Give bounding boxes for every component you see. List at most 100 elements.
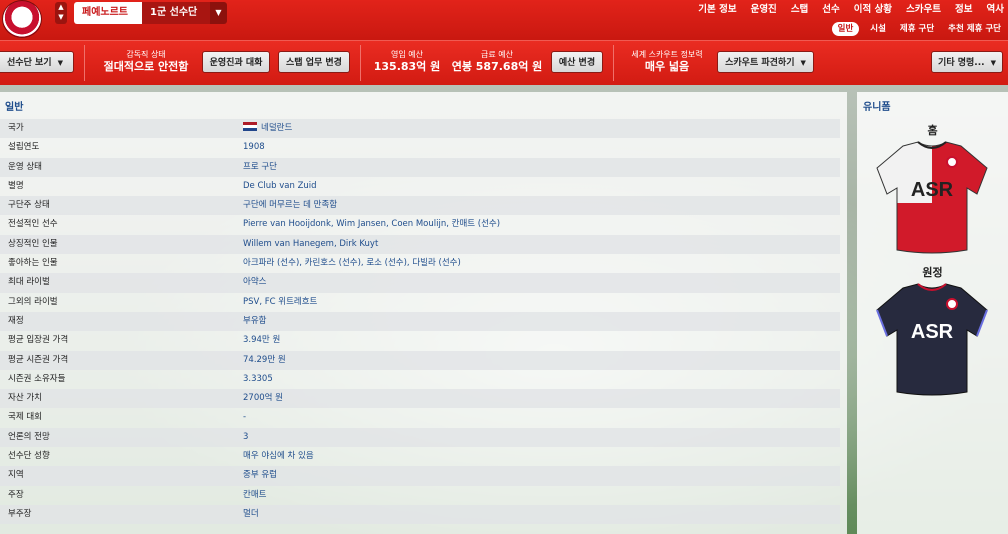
info-row-label: 국제 대회 — [8, 412, 42, 423]
manager-status: 감독직 상태 절대적으로 안전함 — [98, 49, 194, 74]
top-header: ▲ ▼ 페예노르트 1군 선수단 ▼ 기본 정보 운영진 스탭 선수 이적 상황 … — [0, 0, 1008, 40]
info-row-value: - — [243, 412, 247, 423]
info-row: 언론의 전망 3 — [0, 427, 840, 448]
wage-budget-value: 연봉 587.68억 원 — [451, 60, 543, 73]
info-row: 부주장 멀더 — [0, 504, 840, 525]
info-row-value: De Club van Zuid — [243, 180, 317, 191]
talk-to-board-button[interactable]: 운영진과 대화 — [202, 51, 270, 73]
info-row-value: Pierre van Hooijdonk, Wim Jansen, Coen M… — [243, 219, 501, 230]
info-row-label: 지역 — [8, 470, 24, 481]
home-kit-shirt-icon[interactable]: ASR — [873, 138, 991, 258]
info-row-label: 전설적인 선수 — [8, 219, 58, 230]
main-nav: 기본 정보 운영진 스탭 선수 이적 상황 스카우트 정보 역사 — [698, 3, 1004, 17]
away-kit-shirt-icon[interactable]: ASR — [873, 280, 991, 400]
club-crest-icon[interactable] — [2, 0, 42, 38]
info-row: 전설적인 선수 Pierre van Hooijdonk, Wim Jansen,… — [0, 215, 840, 234]
divider — [360, 45, 361, 81]
info-row-label: 자산 가치 — [8, 393, 42, 404]
chevron-down-icon: ▼ — [800, 59, 806, 67]
manager-status-value: 절대적으로 안전함 — [103, 60, 189, 73]
info-row: 지역 중부 유럽 — [0, 466, 840, 486]
info-row-value: 중부 유럽 — [243, 470, 277, 481]
info-row-label: 재정 — [8, 315, 24, 326]
info-row-label: 운영 상태 — [8, 161, 42, 172]
info-row-label: 시즌권 소유자들 — [8, 373, 66, 384]
info-row-value: 아약스 — [243, 277, 267, 288]
info-row-value: 구단에 머무르는 데 만족함 — [243, 200, 338, 211]
squad-dropdown-arrow[interactable]: ▼ — [210, 2, 227, 24]
info-row: 선수단 성향 매우 야심에 차 있음 — [0, 447, 840, 466]
squad-view-label: 선수단 보기 — [7, 58, 52, 68]
info-row-label: 상징적인 인물 — [8, 238, 58, 249]
info-row: 재정 부유함 — [0, 311, 840, 332]
scouting-range-key: 세계 스카우트 정보력 — [631, 50, 703, 59]
divider — [613, 45, 614, 81]
subnav-facilities[interactable]: 시설 — [867, 22, 889, 36]
info-row-value: 3.3305 — [243, 373, 273, 384]
dispatch-scout-button[interactable]: 스카우트 파견하기 ▼ — [717, 51, 814, 73]
info-row: 자산 가치 2700억 원 — [0, 389, 840, 409]
info-row: 시즌권 소유자들 3.3305 — [0, 370, 840, 389]
info-row: 별명 De Club van Zuid — [0, 177, 840, 196]
info-row-value: 멀더 — [243, 508, 259, 519]
info-row-value: 2700억 원 — [243, 393, 283, 404]
info-row-label: 평균 입장권 가격 — [8, 335, 69, 346]
nav-overview[interactable]: 기본 정보 — [698, 3, 736, 17]
info-row: 최대 라이벌 아약스 — [0, 273, 840, 293]
general-info-panel: 일반 국가 네덜란드 설립연도 1908 운영 상태 프로 구단 별명 De Club van… — [0, 92, 847, 534]
scouting-range: 세계 스카우트 정보력 매우 넓음 — [624, 49, 710, 74]
transfer-budget-value: 135.83억 원 — [373, 60, 441, 73]
nav-history[interactable]: 역사 — [987, 3, 1004, 17]
away-kit-label: 원정 — [922, 266, 943, 279]
chevron-down-icon: ▼ — [990, 59, 996, 67]
info-row: 상징적인 인물 Willem van Hanegem, Dirk Kuyt — [0, 234, 840, 255]
info-row-label: 좋아하는 인물 — [8, 258, 58, 269]
tab-club-name[interactable]: 페예노르트 — [74, 2, 142, 24]
info-row-label: 설립연도 — [8, 142, 40, 153]
info-row-value: 3 — [243, 431, 249, 442]
subnav-suggested-affiliates[interactable]: 추천 제휴 구단 — [945, 22, 1004, 36]
info-row-label: 주장 — [8, 489, 24, 500]
info-row-label: 그외의 라이벌 — [8, 296, 58, 307]
nav-board[interactable]: 운영진 — [751, 3, 777, 17]
manager-status-key: 감독직 상태 — [126, 50, 166, 59]
change-staff-duties-button[interactable]: 스탭 업무 변경 — [278, 51, 350, 73]
tab-first-team[interactable]: 1군 선수단 — [142, 2, 210, 24]
subnav-general[interactable]: 일반 — [831, 22, 860, 36]
scouting-range-value: 매우 넓음 — [644, 60, 690, 73]
info-row: 좋아하는 인물 아크파라 (선수), 카린호스 (선수), 로소 (선수), 다빌… — [0, 254, 840, 273]
info-row-label: 최대 라이벌 — [8, 277, 50, 288]
dispatch-scout-label: 스카우트 파견하기 — [725, 58, 795, 68]
nav-transfers[interactable]: 이적 상황 — [854, 3, 892, 17]
info-row-value: 매우 야심에 차 있음 — [243, 451, 314, 462]
subnav-affiliates[interactable]: 제휴 구단 — [897, 22, 937, 36]
info-row: 운영 상태 프로 구단 — [0, 157, 840, 177]
nav-scouting[interactable]: 스카우트 — [906, 3, 941, 17]
info-row-value: 칸매트 — [243, 489, 267, 500]
nav-info[interactable]: 정보 — [955, 3, 972, 17]
netherlands-flag-icon — [243, 122, 257, 131]
info-row-value: Willem van Hanegem, Dirk Kuyt — [243, 238, 379, 249]
change-budget-button[interactable]: 예산 변경 — [551, 51, 603, 73]
club-switcher-arrows[interactable]: ▲ ▼ — [55, 2, 67, 24]
info-table: 국가 네덜란드 설립연도 1908 운영 상태 프로 구단 별명 De Club van Zu… — [0, 119, 840, 525]
nav-players[interactable]: 선수 — [822, 3, 839, 17]
info-row-label: 언론의 전망 — [8, 431, 50, 442]
home-kit-label: 홈 — [927, 124, 938, 137]
wage-budget-key: 급료 예산 — [481, 50, 513, 59]
transfer-budget: 영입 예산 135.83억 원 — [372, 49, 442, 74]
other-orders-button[interactable]: 기타 명령... ▼ — [931, 51, 1003, 73]
info-row-value: PSV, FC 위트레흐트 — [243, 296, 318, 307]
info-row-value-text: 네덜란드 — [261, 123, 293, 133]
action-toolbar: 선수단 보기 ▼ 감독직 상태 절대적으로 안전함 운영진과 대화 스탭 업무 변… — [0, 40, 1008, 85]
info-row: 그외의 라이벌 PSV, FC 위트레흐트 — [0, 293, 840, 312]
info-row: 국제 대회 - — [0, 408, 840, 427]
wage-budget: 급료 예산 연봉 587.68억 원 — [450, 49, 544, 74]
squad-view-button[interactable]: 선수단 보기 ▼ — [0, 51, 74, 73]
nav-staff[interactable]: 스탭 — [791, 3, 808, 17]
info-row: 설립연도 1908 — [0, 138, 840, 157]
info-row: 평균 입장권 가격 3.94만 원 — [0, 331, 840, 350]
info-row-label: 부주장 — [8, 508, 32, 519]
info-row-value: 74.29만 원 — [243, 354, 286, 365]
info-row-value: 3.94만 원 — [243, 335, 281, 346]
